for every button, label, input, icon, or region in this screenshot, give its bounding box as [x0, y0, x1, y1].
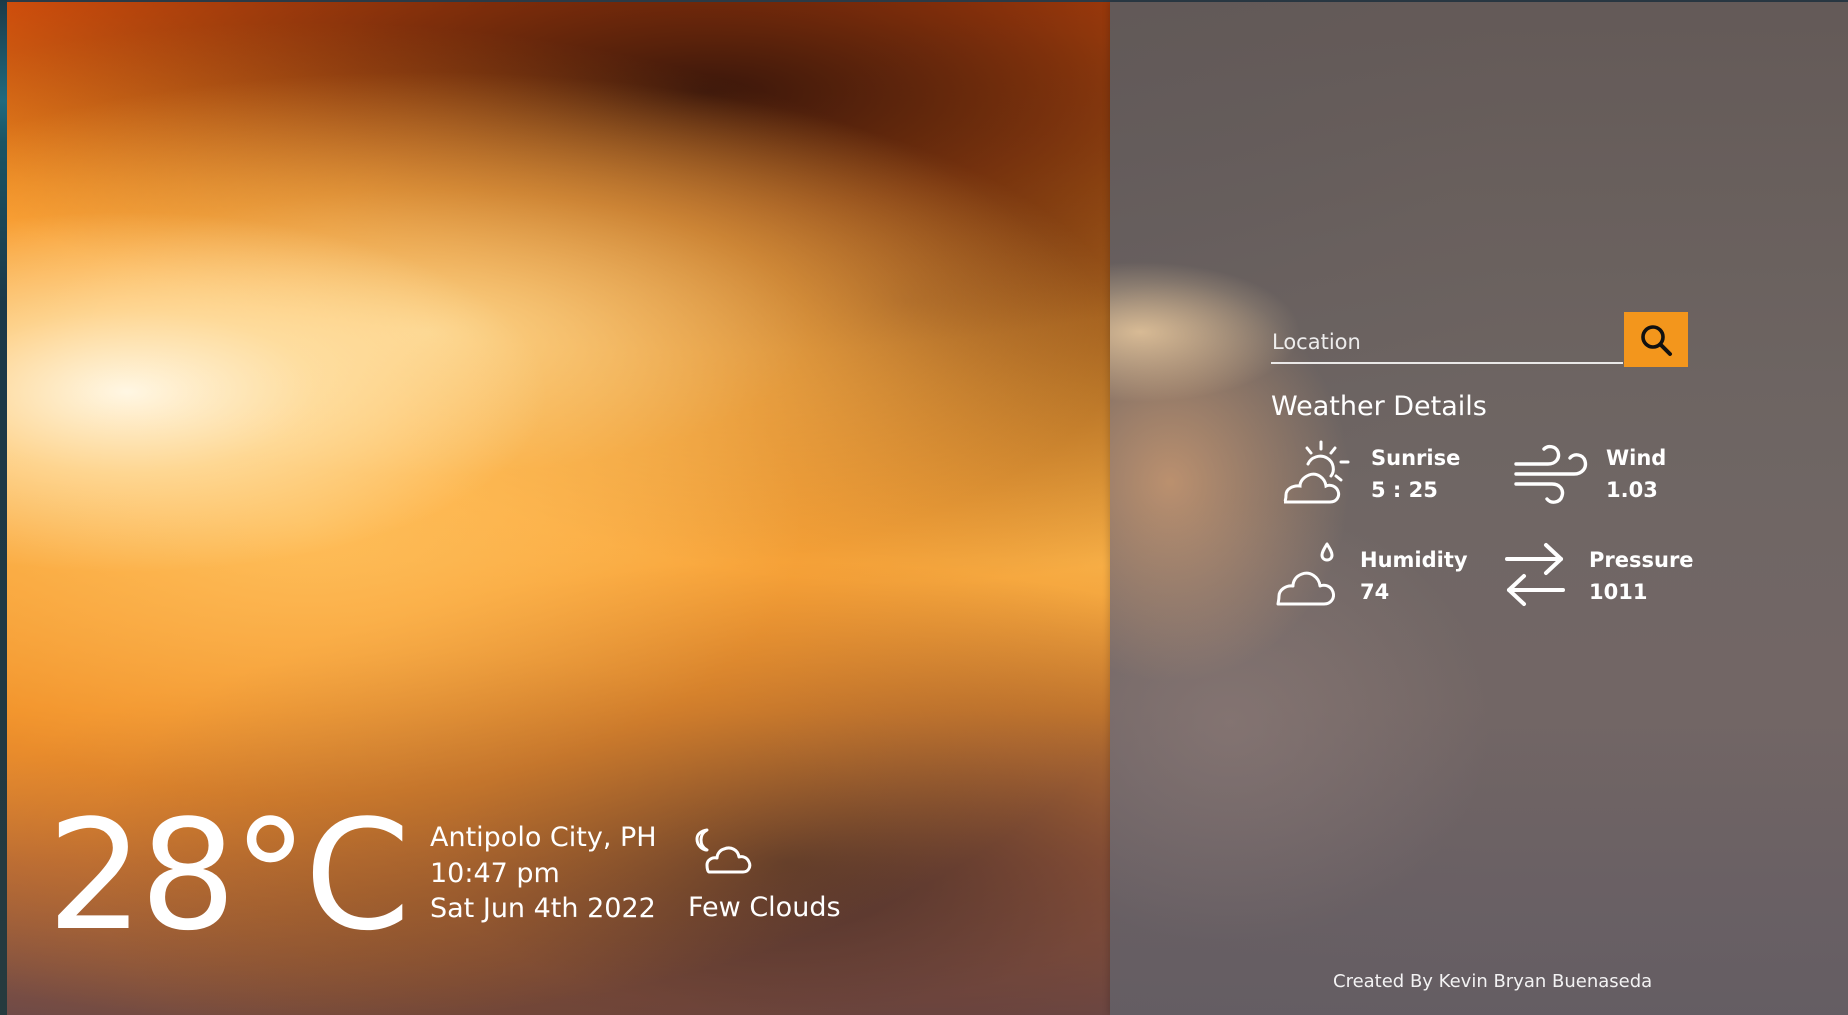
wind-icon: [1514, 444, 1588, 504]
window-edge-strip: [0, 0, 7, 1015]
search-bar: [1271, 312, 1688, 367]
temperature-readout: 28°C: [47, 787, 411, 964]
author-credit: Created By Kevin Bryan Buenaseda: [1333, 971, 1653, 992]
weather-condition: Few Clouds: [688, 892, 841, 923]
weather-app: 28°C Antipolo City, PH 10:47 pm Sat Jun …: [0, 0, 1848, 1015]
arrows-left-right-icon: [1505, 543, 1565, 606]
location-search-input[interactable]: [1271, 312, 1623, 364]
sun-cloud-icon: [1283, 440, 1350, 504]
local-date: Sat Jun 4th 2022: [430, 893, 656, 924]
search-button[interactable]: [1624, 312, 1688, 367]
pressure-value: 1011: [1589, 580, 1648, 604]
location-name: Antipolo City, PH: [430, 822, 657, 853]
sunrise-label: Sunrise: [1371, 446, 1461, 470]
moon-cloud-icon: [695, 828, 752, 874]
search-icon: [1641, 324, 1672, 356]
weather-details-title: Weather Details: [1271, 391, 1487, 422]
humidity-label: Humidity: [1360, 548, 1468, 572]
cloud-drop-icon: [1276, 542, 1335, 606]
details-panel: [1110, 2, 1848, 1015]
sunrise-value: 5 : 25: [1371, 478, 1438, 502]
local-time: 10:47 pm: [430, 858, 560, 889]
wind-value: 1.03: [1606, 478, 1658, 502]
humidity-value: 74: [1360, 580, 1390, 604]
wind-label: Wind: [1606, 446, 1667, 470]
pressure-label: Pressure: [1589, 548, 1694, 572]
